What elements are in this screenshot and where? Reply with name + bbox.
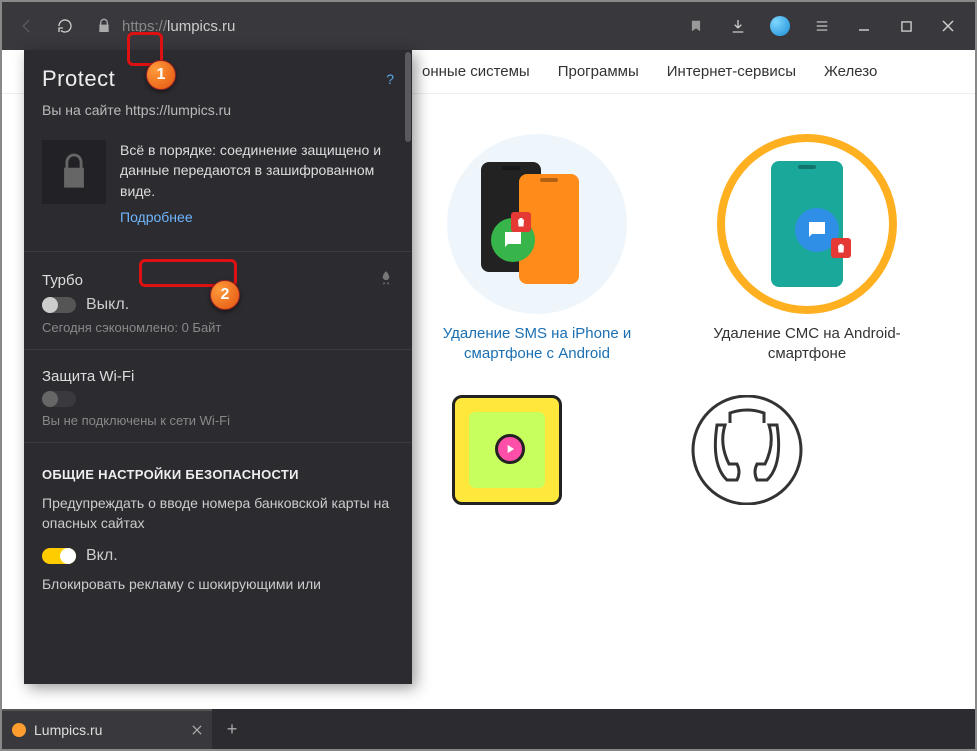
panel-scrollbar[interactable] bbox=[405, 52, 411, 142]
address-bar[interactable]: https://lumpics.ru bbox=[92, 14, 235, 38]
security-text: Всё в порядке: соединение защищено и дан… bbox=[120, 140, 394, 227]
wifi-title: Защита Wi-Fi bbox=[42, 368, 134, 385]
rocket-icon bbox=[378, 270, 394, 290]
close-button[interactable] bbox=[929, 7, 967, 45]
wifi-sub: Вы не подключены к сети Wi-Fi bbox=[42, 413, 394, 428]
panel-title: Protect bbox=[42, 66, 115, 92]
profile-avatar[interactable] bbox=[765, 11, 795, 41]
callout-badge-1: 1 bbox=[146, 60, 176, 90]
setting-block-ads: Блокировать рекламу с шокирующими или bbox=[24, 571, 412, 601]
article-thumb[interactable] bbox=[682, 395, 792, 505]
menu-icon[interactable] bbox=[807, 11, 837, 41]
article-card[interactable]: Удаление СМС на Android-смартфоне bbox=[702, 134, 912, 365]
nav-item[interactable]: Железо bbox=[824, 63, 877, 80]
card-caption: Удаление SMS на iPhone и смартфоне с And… bbox=[432, 324, 642, 365]
article-thumb[interactable] bbox=[452, 395, 562, 505]
downloads-icon[interactable] bbox=[723, 11, 753, 41]
protect-panel: Protect ? Вы на сайте https://lumpics.ru… bbox=[24, 50, 412, 684]
minimize-button[interactable] bbox=[845, 7, 883, 45]
bookmark-icon[interactable] bbox=[681, 11, 711, 41]
tab-favicon bbox=[12, 723, 26, 737]
turbo-state: Выкл. bbox=[86, 296, 129, 314]
back-button[interactable] bbox=[10, 9, 44, 43]
site-info-text: Вы на сайте https://lumpics.ru bbox=[24, 100, 412, 130]
browser-tab[interactable]: Lumpics.ru bbox=[2, 709, 212, 749]
tab-title: Lumpics.ru bbox=[34, 722, 102, 738]
tab-close-icon[interactable] bbox=[192, 722, 202, 738]
card-warn-state: Вкл. bbox=[86, 547, 118, 565]
url-text: https://lumpics.ru bbox=[122, 18, 235, 35]
lock-icon bbox=[42, 140, 106, 204]
details-link[interactable]: Подробнее bbox=[120, 207, 193, 227]
turbo-toggle[interactable] bbox=[42, 297, 76, 313]
nav-item[interactable]: Программы bbox=[558, 63, 639, 80]
wifi-toggle bbox=[42, 391, 76, 407]
nav-item[interactable]: онные системы bbox=[422, 63, 530, 80]
site-lock-icon[interactable] bbox=[92, 14, 116, 38]
setting-card-warn: Предупреждать о вводе номера банковской … bbox=[24, 490, 412, 539]
turbo-title: Турбо bbox=[42, 272, 83, 289]
new-tab-button[interactable]: + bbox=[212, 709, 252, 749]
nav-item[interactable]: Интернет-сервисы bbox=[667, 63, 796, 80]
callout-badge-2: 2 bbox=[210, 280, 240, 310]
browser-toolbar: https://lumpics.ru bbox=[2, 2, 975, 50]
tab-bar: Lumpics.ru + bbox=[2, 709, 975, 749]
turbo-sub: Сегодня сэкономлено: 0 Байт bbox=[42, 320, 394, 335]
card-caption: Удаление СМС на Android-смартфоне bbox=[702, 324, 912, 365]
card-warn-toggle[interactable] bbox=[42, 548, 76, 564]
security-section-header: ОБЩИЕ НАСТРОЙКИ БЕЗОПАСНОСТИ bbox=[24, 451, 412, 490]
reload-button[interactable] bbox=[48, 9, 82, 43]
article-card[interactable]: Удаление SMS на iPhone и смартфоне с And… bbox=[432, 134, 642, 365]
help-icon[interactable]: ? bbox=[386, 71, 394, 87]
maximize-button[interactable] bbox=[887, 7, 925, 45]
